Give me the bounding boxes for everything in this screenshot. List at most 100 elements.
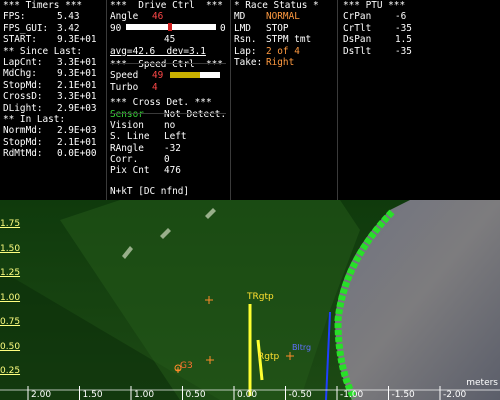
angle-slider-handle[interactable] — [168, 23, 173, 32]
turbo-row: Turbo 4 — [110, 82, 226, 93]
y-axis-tick-label: 0.50 — [0, 341, 21, 352]
ptu-header: *** PTU *** — [343, 0, 406, 11]
timer-label: FPS_GUI: — [3, 22, 49, 34]
ptu-value: -6 — [395, 11, 407, 23]
slider-current-row: 45 — [110, 34, 226, 45]
speed-bar — [170, 71, 220, 78]
timers-header: *** Timers *** — [3, 0, 83, 11]
since-value: 3.3E+01 — [57, 91, 97, 103]
x-axis-tick-label: -0.50 — [288, 390, 312, 400]
x-axis-tick-label: -2.00 — [443, 390, 467, 400]
drive-ctrl-header: *** Drive Ctrl *** — [110, 0, 223, 11]
speed-bar-fill — [170, 71, 200, 78]
angle-row: Angle 46 — [110, 11, 226, 22]
race-label: LMD — [234, 22, 251, 34]
race-row: Lap: 2 of 4 — [234, 46, 334, 57]
angle-stats: avg=42.6 dev=3.1 — [110, 45, 206, 57]
x-axis-tick-label: 1.00 — [134, 390, 155, 400]
telemetry-panel: *** Timers *** FPS: 5.43 FPS_GUI: 3.42 STA… — [0, 0, 500, 200]
ptu-label: DsTlt — [343, 45, 372, 57]
in-last-row: RdMtMd: 0.0E+00 — [3, 148, 105, 159]
slider-current-value: 45 — [164, 34, 176, 46]
last-mode-value: STOP — [266, 22, 289, 34]
angle-slider-row: 90 0 — [110, 23, 226, 34]
timer-label: FPS: — [3, 11, 26, 23]
speed-row: Speed 49 — [110, 70, 226, 81]
since-row: DLight: 2.9E+03 — [3, 103, 105, 114]
camera-view: 1.75 1.50 1.25 1.00 0.75 0.50 0.25 2.00 1.50 1.0… — [0, 200, 500, 400]
ptu-row: DsPan 1.5 — [343, 34, 493, 45]
angle-value: 46 — [152, 11, 164, 23]
x-axis-tick-label: 0.50 — [185, 390, 206, 400]
since-label: LapCnt: — [3, 56, 43, 68]
since-row: LapCnt: 3.3E+01 — [3, 57, 105, 68]
since-label: DLight: — [3, 102, 43, 114]
slider-max-label: 0 — [220, 22, 226, 34]
since-value: 9.3E+01 — [57, 68, 97, 80]
in-last-value: 2.9E+03 — [57, 125, 97, 137]
cross-value: no — [164, 119, 176, 131]
blue-target-label: Bltrg — [292, 343, 312, 352]
cross-value: 0 — [164, 154, 170, 166]
y-axis-tick-label: 0.75 — [0, 317, 21, 327]
drive-ctrl-panel: *** Drive Ctrl *** Angle 46 90 0 45 avg=42… — [110, 0, 226, 200]
panel-divider — [106, 0, 107, 200]
race-label: Rsn. — [234, 34, 257, 46]
ptu-label: CrTlt — [343, 22, 372, 34]
in-last-value: 2.1E+01 — [57, 136, 97, 148]
ptu-row: CrTlt -35 — [343, 23, 493, 34]
since-value: 2.9E+03 — [57, 102, 97, 114]
timers-panel: *** Timers *** FPS: 5.43 FPS_GUI: 3.42 STA… — [3, 0, 105, 200]
cross-label: RAngle — [110, 142, 144, 154]
cross-row: Pix Cnt 476 — [110, 165, 226, 176]
ptu-row: CrPan -6 — [343, 11, 493, 22]
x-axis-tick-label: 2.00 — [31, 390, 52, 400]
y-axis-tick-label: 1.50 — [0, 243, 21, 254]
x-axis-tick-label: -1.00 — [340, 390, 364, 400]
ptu-label: DsPan — [343, 34, 372, 46]
ptu-value: -35 — [395, 22, 412, 34]
race-status-header: * Race Status * — [234, 0, 319, 11]
cross-row: RAngle -32 — [110, 143, 226, 154]
speed-label: Speed — [110, 70, 139, 82]
race-label: Lap: — [234, 45, 257, 57]
section-divider — [110, 63, 226, 64]
lap-value: 2 of 4 — [266, 45, 300, 57]
timer-label: START: — [3, 34, 37, 46]
angle-label: Angle — [110, 11, 139, 23]
x-axis-tick-label: -1.50 — [391, 390, 415, 400]
in-last-row: NormMd: 2.9E+03 — [3, 125, 105, 136]
marker-label-g3: G3 — [180, 361, 193, 371]
cross-label: S. Line — [110, 131, 150, 143]
cross-label: Sensor — [110, 108, 144, 120]
y-axis-tick-label: 1.00 — [0, 292, 21, 303]
timer-value: 3.42 — [57, 22, 80, 34]
y-axis-tick-label: 0.25 — [0, 366, 21, 376]
turbo-value: 4 — [152, 81, 158, 93]
cross-row: Vision no — [110, 120, 226, 131]
section-divider — [110, 113, 226, 114]
units-label: meters — [466, 378, 498, 388]
timer-value: 9.3E+01 — [57, 34, 97, 46]
reason-value: STPM tmt — [266, 34, 312, 46]
race-row: LMD STOP — [234, 23, 334, 34]
since-value: 2.1E+01 — [57, 79, 97, 91]
ptu-row: DsTlt -35 — [343, 46, 493, 57]
cross-label: Corr. — [110, 154, 139, 166]
ptu-value: 1.5 — [395, 34, 412, 46]
y-axis-tick-label: 1.75 — [0, 219, 21, 229]
in-last-label: RdMtMd: — [3, 148, 43, 160]
since-label: StopMd: — [3, 79, 43, 91]
in-last-header: ** In Last: — [3, 113, 66, 125]
in-last-row: StopMd: 2.1E+01 — [3, 137, 105, 148]
ptu-panel: *** PTU *** CrPan -6 CrTlt -35 DsPan 1.5 Ds… — [343, 0, 493, 200]
cross-row: Sensor Not Detect. — [110, 109, 226, 120]
angle-slider[interactable] — [126, 23, 216, 32]
since-row: MdChg: 9.3E+01 — [3, 68, 105, 79]
cross-value: 476 — [164, 165, 181, 177]
cross-value: Not Detect. — [164, 108, 226, 120]
target-label-trgtp: TRgtp — [247, 292, 274, 302]
cross-det-header: *** Cross Det. *** — [110, 97, 212, 109]
target-label-rgtp: Rgtp — [258, 352, 280, 362]
y-axis-tick-label: 1.25 — [0, 268, 21, 278]
